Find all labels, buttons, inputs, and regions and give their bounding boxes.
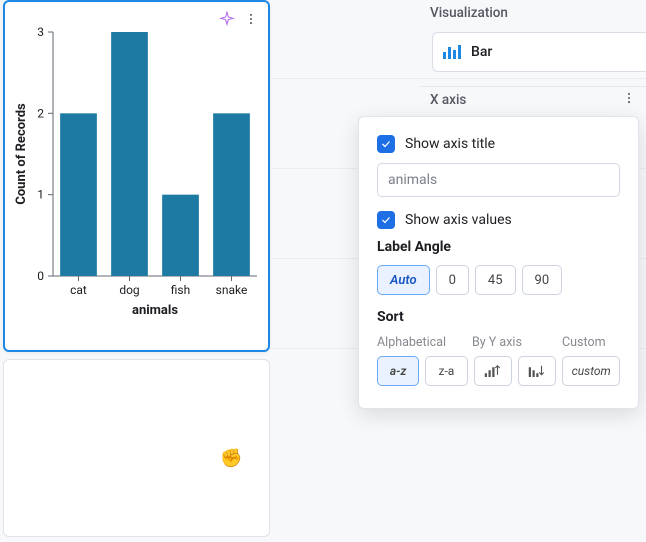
- bar-snake: [213, 113, 250, 276]
- sort-y-asc-button[interactable]: [474, 356, 512, 386]
- y-axis-label: Count of Records: [14, 103, 29, 205]
- svg-text:fish: fish: [171, 283, 190, 297]
- label-angle-auto-button[interactable]: Auto: [377, 265, 430, 295]
- sort-header-custom: Custom: [562, 335, 606, 350]
- visualization-type-label: Bar: [471, 44, 492, 60]
- sort-za-button[interactable]: z-a: [425, 356, 467, 386]
- bar-dog: [111, 32, 148, 276]
- chart-card[interactable]: 0 1 2 3 cat dog fish snake Count of Records anima…: [3, 0, 270, 352]
- x-axis-label: animals: [132, 303, 178, 318]
- svg-text:0: 0: [37, 269, 44, 283]
- bar-chart-icon: [443, 45, 461, 59]
- show-axis-title-label: Show axis title: [405, 136, 495, 152]
- sort-az-button[interactable]: a-z: [377, 356, 419, 386]
- label-angle-0-button[interactable]: 0: [436, 265, 469, 295]
- sort-title: Sort: [377, 309, 620, 325]
- xaxis-options-panel: Show axis title Show axis values Label A…: [358, 116, 639, 409]
- sort-header-alphabetical: Alphabetical: [377, 335, 472, 350]
- svg-text:cat: cat: [70, 283, 87, 297]
- label-angle-90-button[interactable]: 90: [522, 265, 563, 295]
- sort-y-desc-button[interactable]: [518, 356, 556, 386]
- show-axis-title-checkbox[interactable]: [377, 135, 395, 153]
- kebab-menu-icon[interactable]: [622, 91, 636, 109]
- show-axis-values-label: Show axis values: [405, 212, 512, 228]
- section-header-label: X axis: [430, 92, 466, 108]
- section-header-visualization[interactable]: Visualization: [420, 0, 646, 26]
- visualization-select[interactable]: Bar: [432, 32, 646, 72]
- svg-text:2: 2: [37, 106, 44, 120]
- svg-text:snake: snake: [216, 283, 248, 297]
- label-angle-title: Label Angle: [377, 239, 620, 255]
- svg-text:1: 1: [37, 188, 44, 202]
- section-header-label: Visualization: [430, 5, 508, 21]
- svg-text:3: 3: [37, 25, 44, 39]
- axis-title-input[interactable]: [377, 163, 620, 197]
- bar-chart: 0 1 2 3 cat dog fish snake Count of Records anima…: [13, 24, 263, 324]
- grab-cursor-icon: ✊: [220, 448, 242, 469]
- label-angle-45-button[interactable]: 45: [475, 265, 516, 295]
- show-axis-values-checkbox[interactable]: [377, 211, 395, 229]
- sort-custom-button[interactable]: custom: [562, 356, 620, 386]
- sort-header-byy: By Y axis: [472, 335, 562, 350]
- bar-fish: [162, 195, 199, 276]
- section-header-xaxis[interactable]: X axis: [420, 86, 646, 112]
- svg-text:dog: dog: [119, 283, 139, 297]
- bar-cat: [60, 113, 97, 276]
